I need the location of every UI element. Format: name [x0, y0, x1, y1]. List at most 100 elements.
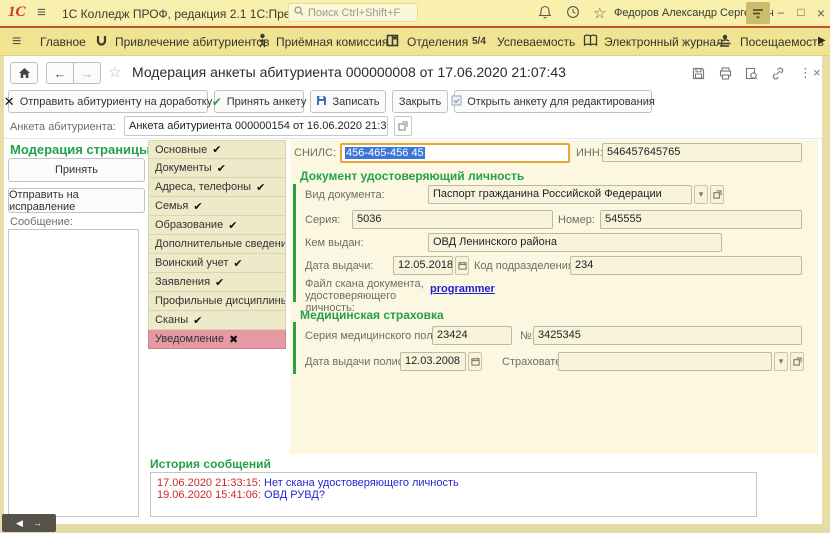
accept-form-button[interactable]: ✔ Принять анкету — [214, 90, 304, 113]
snils-label: СНИЛС: — [294, 147, 336, 159]
notifications-bell-icon[interactable] — [538, 5, 552, 22]
tab-addresses[interactable]: Адреса, телефоны✔ — [148, 178, 286, 197]
tab-label: Воинский учет — [155, 257, 228, 269]
policy-series-input[interactable]: 23424 — [432, 326, 512, 345]
preview-icon[interactable] — [745, 67, 758, 83]
tab-scans[interactable]: Сканы✔ — [148, 311, 286, 330]
tab-label: Заявления — [155, 276, 210, 288]
tab-label: Дополнительные сведения — [155, 238, 286, 250]
favorite-form-star-icon[interactable]: ☆ — [108, 63, 121, 81]
tab-additional[interactable]: Дополнительные сведения✔ — [148, 235, 286, 254]
home-icon[interactable] — [10, 62, 38, 84]
checkbox-icon — [451, 95, 462, 109]
window-minimize-button[interactable]: – — [772, 5, 790, 19]
tab-military[interactable]: Воинский учет ✔ — [148, 254, 286, 273]
history-message: 19.06.2020 15:41:06: ОВД РУВД? — [157, 489, 325, 501]
send-fix-button[interactable]: Отправить на исправление — [8, 188, 145, 213]
insurer-input[interactable] — [558, 352, 772, 371]
policy-date-input[interactable]: 12.03.2008 — [400, 352, 466, 371]
tab-education[interactable]: Образование✔ — [148, 216, 286, 235]
menu-item-departments[interactable]: Отделения — [407, 35, 468, 49]
history-clock-icon[interactable] — [566, 5, 580, 22]
search-icon — [294, 6, 304, 19]
search-input[interactable] — [308, 7, 413, 19]
menu-item-attract[interactable]: Привлечение абитуриентов — [115, 35, 269, 49]
doc-kind-input[interactable]: Паспорт гражданина Российской Федерации — [428, 185, 692, 204]
open-edit-label: Открыть анкету для редактирования — [467, 96, 655, 108]
close-button[interactable]: Закрыть — [392, 90, 448, 113]
doc-kind-dropdown-icon[interactable]: ▾ — [694, 185, 708, 204]
series-input[interactable]: 5036 — [352, 210, 553, 229]
policy-date-calendar-icon[interactable] — [468, 352, 482, 371]
main-menu-icon[interactable]: ≡ — [37, 4, 46, 21]
form-title: Модерация анкеты абитуриента 000000008 о… — [132, 64, 566, 80]
more-actions-icon[interactable]: ⋮ — [799, 65, 812, 81]
number-label: Номер: — [558, 214, 595, 226]
menu-item-attendance[interactable]: Посещаемость — [740, 35, 824, 49]
medical-group-bar — [293, 322, 296, 374]
insurer-open-icon[interactable] — [790, 352, 804, 371]
unit-code-input[interactable]: 234 — [570, 256, 802, 275]
back-button[interactable]: ← — [46, 62, 74, 84]
tab-profile-subjects[interactable]: Профильные дисциплины✔ — [148, 292, 286, 311]
section-divider — [4, 138, 822, 139]
issue-date-input[interactable]: 12.05.2018 — [393, 256, 453, 275]
link-icon[interactable] — [771, 67, 785, 83]
window-maximize-button[interactable]: □ — [792, 5, 810, 19]
tab-family[interactable]: Семья✔ — [148, 197, 286, 216]
moderation-accept-button[interactable]: Принять — [8, 158, 145, 182]
identity-section-title: Документ удостоверяющий личность — [300, 169, 524, 183]
menu-item-admissions[interactable]: Приёмная комиссия — [276, 35, 388, 49]
scan-file-link[interactable]: programmer — [430, 283, 495, 295]
issued-by-input[interactable]: ОВД Ленинского района — [428, 233, 722, 252]
inn-input[interactable]: 546457645765 — [602, 143, 802, 162]
open-edit-button[interactable]: Открыть анкету для редактирования — [454, 90, 652, 113]
print-icon[interactable] — [719, 67, 732, 83]
message-textarea[interactable] — [8, 229, 139, 517]
tab-label: Уведомление — [155, 333, 224, 345]
check-mark-icon: ✔ — [233, 257, 242, 270]
write-label: Записать — [332, 96, 379, 108]
write-button[interactable]: Записать — [310, 90, 386, 113]
close-form-icon[interactable]: × — [813, 65, 821, 80]
forward-button[interactable]: → — [73, 62, 101, 84]
anketa-open-icon[interactable] — [394, 116, 412, 136]
menu-item-performance[interactable]: Успеваемость — [497, 35, 575, 49]
snils-input[interactable]: 456-465-456 45 — [340, 143, 570, 163]
save-icon[interactable] — [692, 67, 705, 83]
anketa-input[interactable]: Анкета абитуриента 000000154 от 16.06.20… — [124, 116, 388, 136]
sections-icon[interactable]: ≡ — [12, 33, 21, 51]
person-icon — [256, 33, 269, 48]
menu-more-icon[interactable]: ▶ — [818, 35, 826, 46]
department-icon — [386, 34, 399, 47]
doc-kind-open-icon[interactable] — [710, 185, 724, 204]
window-switch-panel[interactable]: ◀ → — [2, 514, 56, 532]
history-message: 17.06.2020 21:33:15: Нет скана удостовер… — [157, 477, 459, 489]
tab-documents[interactable]: Документы✔ — [148, 159, 286, 178]
tab-notification[interactable]: Уведомление✖ — [148, 330, 286, 349]
policy-no-input[interactable]: 3425345 — [533, 326, 802, 345]
favorites-star-icon[interactable]: ☆ — [593, 4, 606, 22]
nav-left-icon[interactable]: ◀ — [16, 518, 23, 529]
send-rework-button[interactable]: ✕ Отправить абитуриенту на доработку — [8, 90, 208, 113]
message-text: ОВД РУВД? — [264, 489, 325, 501]
tab-label: Профильные дисциплины — [155, 295, 286, 307]
menu-item-main[interactable]: Главное — [40, 35, 86, 49]
tools-sliders-icon[interactable] — [746, 2, 770, 24]
doc-kind-label: Вид документа: — [305, 189, 385, 201]
issue-date-calendar-icon[interactable] — [455, 256, 469, 275]
unit-code-label: Код подразделения: — [474, 260, 577, 272]
history-title: История сообщений — [150, 457, 271, 471]
window-close-button[interactable]: × — [812, 5, 830, 21]
nav-right-icon[interactable]: → — [33, 518, 42, 528]
policy-date-label: Дата выдачи полиса: — [305, 356, 412, 368]
cancel-x-icon: ✕ — [4, 95, 15, 108]
global-search[interactable] — [288, 3, 418, 22]
tab-applications[interactable]: Заявления✔ — [148, 273, 286, 292]
tab-main[interactable]: Основные✔ — [148, 140, 286, 159]
number-input[interactable]: 545555 — [600, 210, 802, 229]
check-mark-icon: ✔ — [256, 181, 265, 194]
insurer-dropdown-icon[interactable]: ▾ — [774, 352, 788, 371]
identity-group-bar — [293, 184, 296, 302]
menu-item-ejournal[interactable]: Электронный журнал — [604, 35, 723, 49]
